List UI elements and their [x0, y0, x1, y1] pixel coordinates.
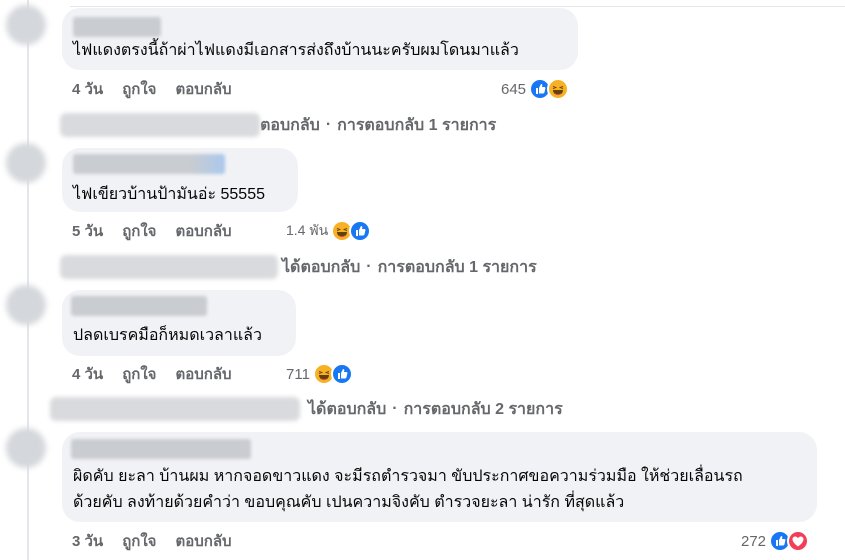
separator-dot: · [325, 116, 332, 133]
haha-icon [547, 78, 570, 100]
reaction-count: 711 [286, 365, 310, 383]
commenter-name-blurred[interactable] [71, 439, 251, 459]
avatar[interactable] [6, 285, 46, 325]
reply-count: การตอบกลับ 2 รายการ [403, 400, 563, 418]
top-divider [70, 6, 845, 7]
comment-text: ปลดเบรคมือก็หมดเวลาแล้ว [73, 327, 262, 344]
comment-timestamp[interactable]: 5 วัน [72, 219, 103, 243]
like-button[interactable]: ถูกใจ [122, 362, 156, 386]
reaction-summary[interactable]: 711 [286, 362, 353, 386]
reaction-summary[interactable]: 272 [741, 529, 810, 553]
like-icon [349, 220, 372, 242]
reply-count: การตอบกลับ 1 รายการ [377, 258, 537, 276]
like-button[interactable]: ถูกใจ [122, 77, 156, 101]
reaction-summary[interactable]: 1.4 พัน [286, 219, 372, 243]
comment-timestamp[interactable]: 4 วัน [72, 77, 103, 101]
view-replies[interactable]: ตอบกลับ · การตอบกลับ 1 รายการ [60, 112, 496, 138]
comment-text: ไฟแดงตรงนี้ถ้าผ่าไฟแดงมีเอกสารส่งถึงบ้าน… [73, 42, 519, 59]
separator-dot: · [366, 258, 372, 275]
replier-avatar-name-blurred [60, 255, 278, 279]
avatar[interactable] [6, 143, 46, 183]
replied-label: ได้ตอบกลับ [282, 258, 361, 276]
comment-bubble: ผิดคับ ยะลา บ้านผม หากจอดขาวแดง จะมีรถตำ… [62, 432, 817, 522]
comment-bubble: ปลดเบรคมือก็หมดเวลาแล้ว [62, 290, 296, 356]
view-replies[interactable]: ได้ตอบกลับ · การตอบกลับ 1 รายการ [60, 254, 537, 280]
replier-avatar-name-blurred [50, 397, 300, 421]
reply-button[interactable]: ตอบกลับ [175, 219, 231, 243]
reaction-count: 1.4 พัน [286, 222, 329, 238]
replied-label: ตอบกลับ [260, 116, 320, 134]
comment-text: ไฟเขียวบ้านป้ามันอ่ะ 55555 [73, 186, 265, 203]
comment-bubble: ไฟเขียวบ้านป้ามันอ่ะ 55555 [62, 148, 298, 212]
commenter-name-blurred[interactable] [73, 17, 161, 37]
reply-count: การตอบกลับ 1 รายการ [337, 116, 497, 134]
avatar[interactable] [6, 428, 46, 468]
reply-button[interactable]: ตอบกลับ [175, 77, 231, 101]
comment-actions: 5 วัน ถูกใจ ตอบกลับ [72, 219, 251, 243]
like-button[interactable]: ถูกใจ [122, 219, 156, 243]
comment-text-line: ด้วยคับ ลงท้ายด้วยคำว่า ขอบคุณคับ เปนควา… [73, 494, 625, 511]
reply-button[interactable]: ตอบกลับ [175, 362, 231, 386]
reaction-count: 645 [501, 80, 527, 98]
love-icon [787, 530, 810, 552]
replier-avatar-name-blurred [60, 113, 260, 137]
reaction-count: 272 [741, 532, 767, 550]
comment-timestamp[interactable]: 4 วัน [72, 362, 103, 386]
comment-actions: 3 วัน ถูกใจ ตอบกลับ [72, 529, 251, 553]
view-replies[interactable]: ได้ตอบกลับ · การตอบกลับ 2 รายการ [50, 396, 563, 422]
comment-bubble: ไฟแดงตรงนี้ถ้าผ่าไฟแดงมีเอกสารส่งถึงบ้าน… [62, 8, 578, 70]
comment-actions: 4 วัน ถูกใจ ตอบกลับ [72, 362, 251, 386]
commenter-name-blurred[interactable] [73, 154, 225, 174]
like-button[interactable]: ถูกใจ [122, 529, 156, 553]
thread-line [27, 0, 29, 560]
replied-label: ได้ตอบกลับ [308, 400, 387, 418]
comment-actions: 4 วัน ถูกใจ ตอบกลับ [72, 77, 251, 101]
separator-dot: · [392, 400, 398, 417]
commenter-name-blurred[interactable] [71, 296, 207, 316]
comment-text-line: ผิดคับ ยะลา บ้านผม หากจอดขาวแดง จะมีรถตำ… [73, 468, 743, 485]
reaction-summary[interactable]: 645 [501, 77, 570, 101]
avatar[interactable] [6, 5, 46, 45]
comment-timestamp[interactable]: 3 วัน [72, 529, 103, 553]
reply-button[interactable]: ตอบกลับ [175, 529, 231, 553]
like-icon [330, 363, 353, 385]
